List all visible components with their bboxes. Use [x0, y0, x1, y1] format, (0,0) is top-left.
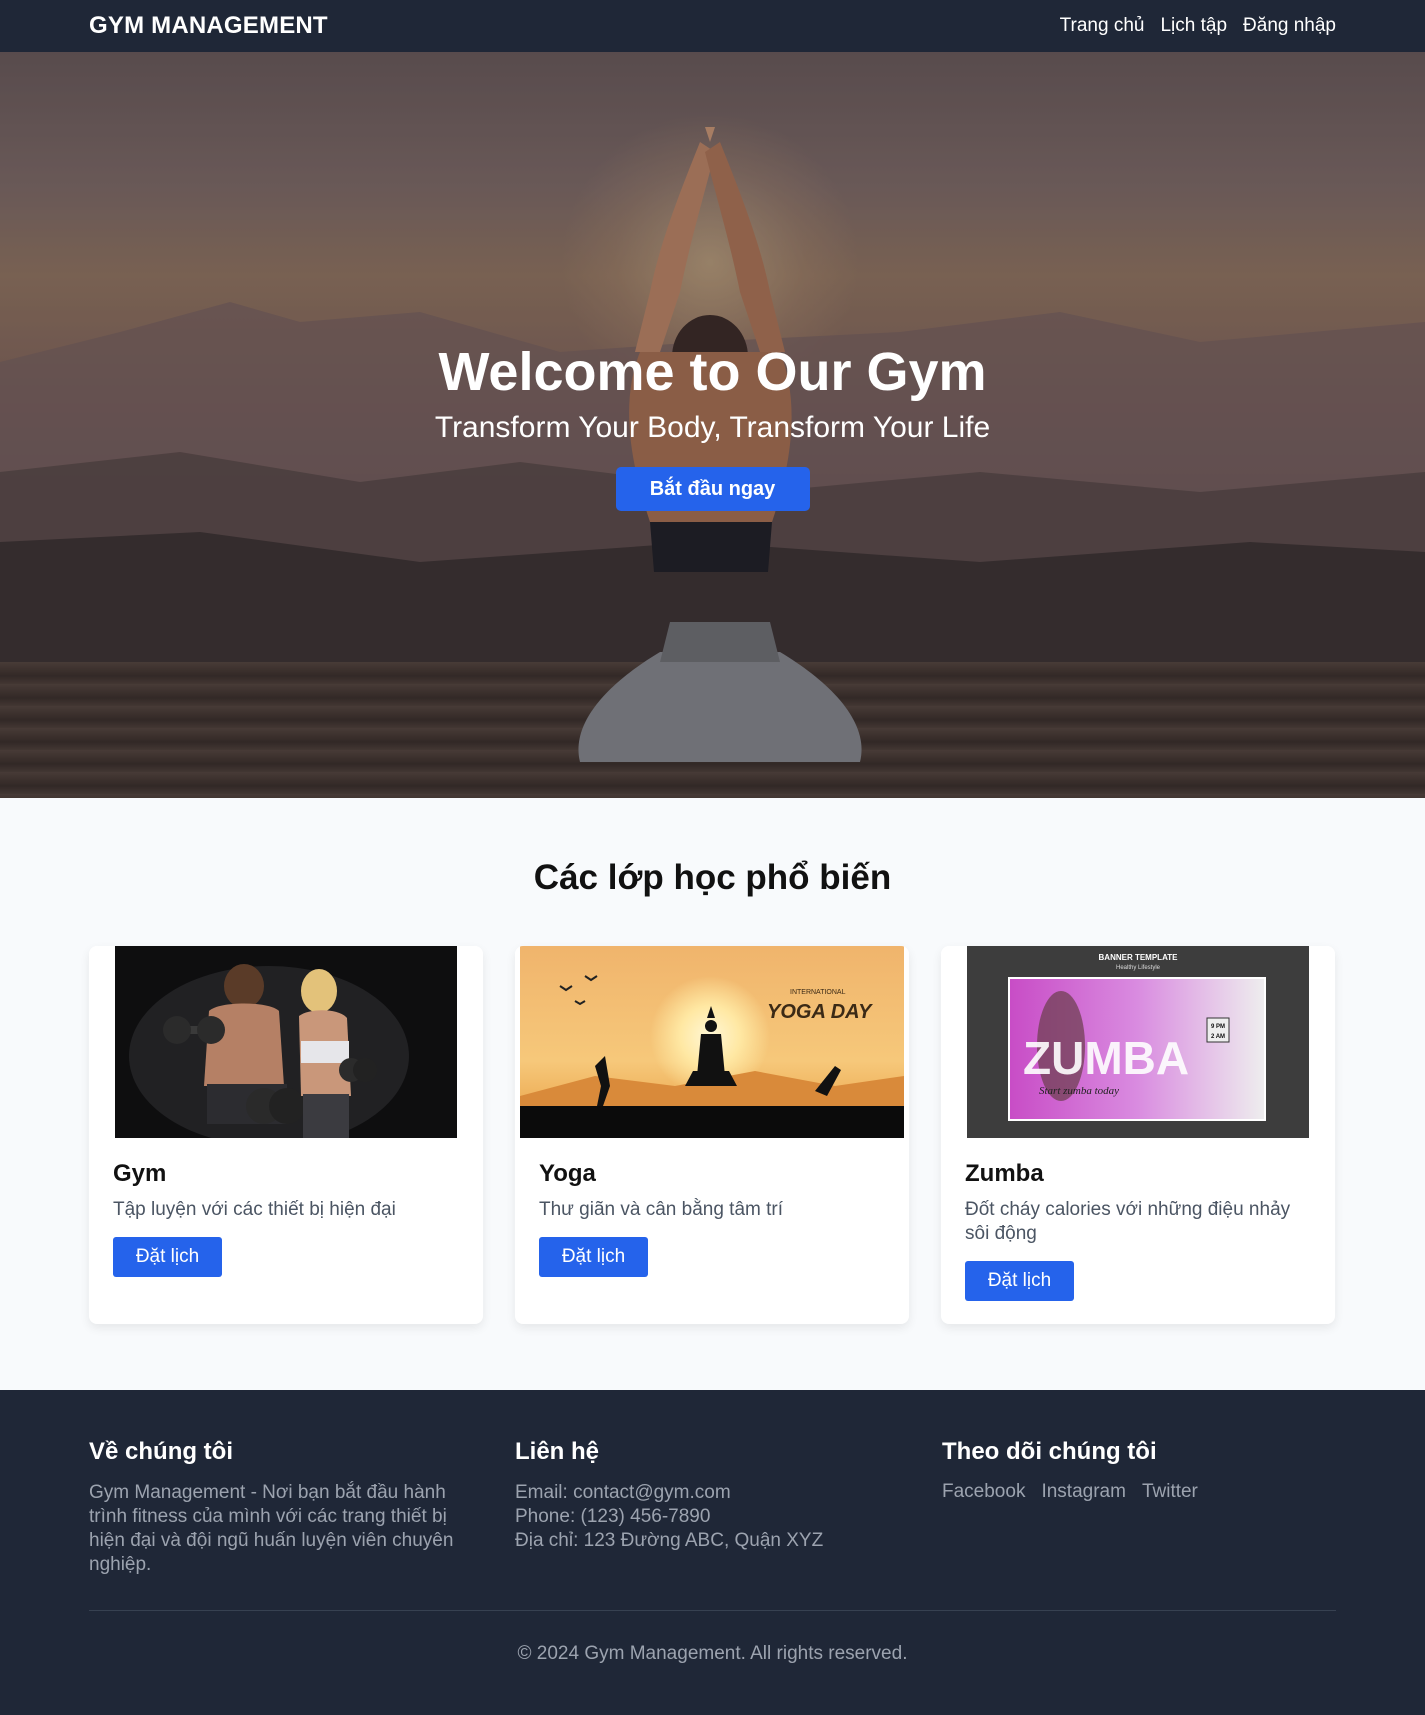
copyright-text: © 2024 Gym Management. All rights reserv… [517, 1643, 908, 1664]
yoga-image-caption-big: YOGA DAY [767, 1001, 873, 1023]
section-title: Các lớp học phổ biến [533, 858, 892, 897]
contact-phone: Phone: (123) 456-7890 [515, 1506, 711, 1527]
zumba-image-caption-title: ZUMBA [1023, 1032, 1189, 1084]
zumba-image-art: BANNER TEMPLATE Healthy Lifestyle ZUMBA … [967, 946, 1309, 1138]
yoga-class-image: INTERNATIONAL YOGA DAY [515, 946, 909, 1138]
card-body: Yoga Thư giãn và cân bằng tâm trí Đặt lị… [515, 1138, 909, 1299]
yoga-image-caption-small: INTERNATIONAL [790, 989, 846, 996]
gym-image-art [115, 946, 457, 1138]
popular-classes-section: Các lớp học phổ biến Gym Tập luyện với c… [0, 798, 1425, 1390]
footer-contact: Liên hệ Email: contact@gym.com Phone: (1… [515, 1438, 895, 1553]
footer-divider [89, 1610, 1336, 1611]
class-cards: Gym Tập luyện với các thiết bị hiện đại … [89, 946, 1335, 1324]
card-title: Zumba [965, 1160, 1044, 1187]
hero-banner: Welcome to Our Gym Transform Your Body, … [0, 52, 1425, 798]
zumba-image-caption-tagline: Start zumba today [1039, 1085, 1119, 1097]
book-button-gym[interactable]: Đặt lịch [113, 1237, 222, 1277]
get-started-button[interactable]: Bắt đầu ngay [615, 466, 810, 511]
card-body: Gym Tập luyện với các thiết bị hiện đại … [89, 1138, 483, 1299]
footer-follow-title: Theo dõi chúng tôi [942, 1438, 1157, 1465]
zumba-image-caption-healthy: Healthy Lifestyle [1116, 965, 1161, 971]
class-card-gym: Gym Tập luyện với các thiết bị hiện đại … [89, 946, 483, 1324]
card-description: Tập luyện với các thiết bị hiện đại [113, 1199, 396, 1220]
gym-class-image [89, 946, 483, 1138]
yoga-image-art: INTERNATIONAL YOGA DAY [520, 946, 904, 1138]
nav-link-login[interactable]: Đăng nhập [1243, 15, 1336, 37]
card-description: Đốt cháy calories với những điệu nhảy sô… [965, 1199, 1291, 1244]
card-title: Yoga [539, 1160, 596, 1187]
contact-address: Địa chỉ: 123 Đường ABC, Quận XYZ [515, 1530, 824, 1551]
book-button-yoga[interactable]: Đặt lịch [539, 1237, 648, 1277]
zumba-image-caption-time1: 9 PM [1211, 1024, 1225, 1030]
card-title: Gym [113, 1160, 167, 1187]
hero-subtitle: Transform Your Body, Transform Your Life [434, 410, 991, 444]
footer-about-title: Về chúng tôi [89, 1438, 233, 1465]
site-footer: Về chúng tôi Gym Management - Nơi bạn bắ… [0, 1390, 1425, 1715]
card-body: Zumba Đốt cháy calories với những điệu n… [941, 1138, 1335, 1323]
hero-content: Welcome to Our Gym Transform Your Body, … [0, 340, 1425, 511]
nav-link-schedule[interactable]: Lịch tập [1160, 15, 1227, 37]
social-link-instagram[interactable]: Instagram [1041, 1481, 1125, 1503]
contact-email: Email: contact@gym.com [515, 1482, 731, 1503]
nav-link-home[interactable]: Trang chủ [1060, 15, 1145, 37]
zumba-image-caption-banner: BANNER TEMPLATE [1099, 953, 1179, 962]
social-links: Facebook Instagram Twitter [942, 1481, 1322, 1503]
card-description: Thư giãn và cân bằng tâm trí [539, 1199, 784, 1220]
zumba-class-image: BANNER TEMPLATE Healthy Lifestyle ZUMBA … [941, 946, 1335, 1138]
footer-about-text: Gym Management - Nơi bạn bắt đầu hành tr… [89, 1482, 454, 1575]
nav-links: Trang chủ Lịch tập Đăng nhập [1060, 15, 1336, 37]
footer-contact-title: Liên hệ [515, 1438, 600, 1465]
book-button-zumba[interactable]: Đặt lịch [965, 1261, 1074, 1301]
class-card-zumba: BANNER TEMPLATE Healthy Lifestyle ZUMBA … [941, 946, 1335, 1324]
social-link-twitter[interactable]: Twitter [1142, 1481, 1198, 1503]
footer-about: Về chúng tôi Gym Management - Nơi bạn bắ… [89, 1438, 469, 1577]
footer-follow: Theo dõi chúng tôi Facebook Instagram Tw… [942, 1438, 1322, 1503]
social-link-facebook[interactable]: Facebook [942, 1481, 1025, 1503]
top-navbar: GYM MANAGEMENT Trang chủ Lịch tập Đăng n… [0, 0, 1425, 52]
hero-title: Welcome to Our Gym [438, 342, 987, 402]
footer-contact-lines: Email: contact@gym.com Phone: (123) 456-… [515, 1481, 895, 1553]
class-card-yoga: INTERNATIONAL YOGA DAY Yoga Thư giãn và … [515, 946, 909, 1324]
zumba-image-caption-time2: 2 AM [1211, 1034, 1225, 1040]
brand-logo[interactable]: GYM MANAGEMENT [89, 12, 328, 40]
